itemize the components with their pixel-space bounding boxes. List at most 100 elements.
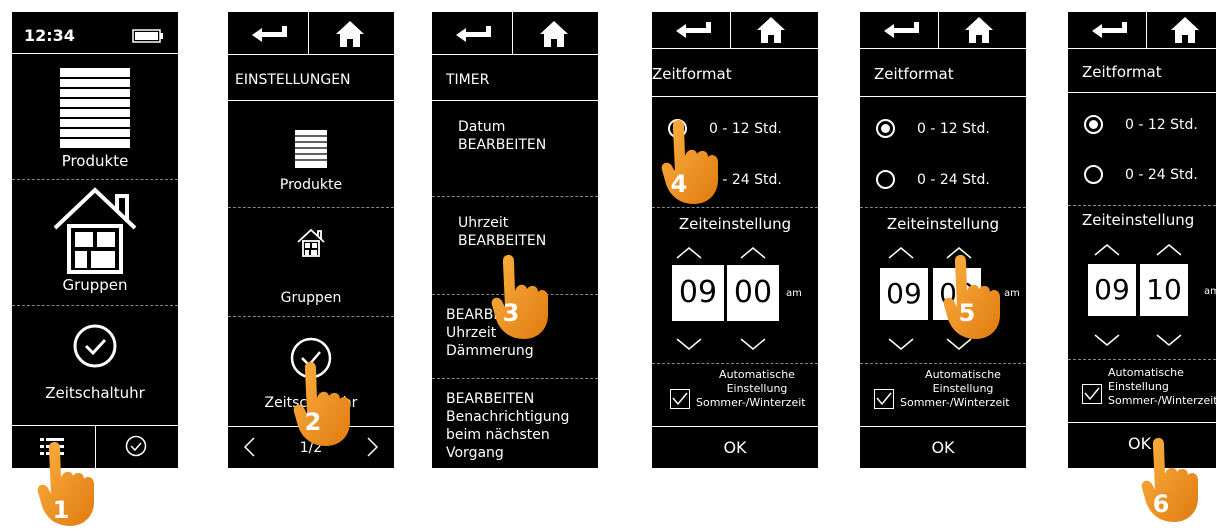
step-number: 2 xyxy=(304,408,322,436)
timer-item-line: Uhrzeit xyxy=(446,325,497,341)
radio-12h[interactable] xyxy=(1084,115,1103,134)
settings-item-groups[interactable]: Gruppen xyxy=(228,208,394,316)
step-hand-1: 1 xyxy=(36,440,98,528)
timer-item-line: BEARBEITEN xyxy=(458,137,547,153)
back-arrow-icon[interactable] xyxy=(250,26,290,44)
menu-item-label: Gruppen xyxy=(62,276,128,294)
chevron-up-icon[interactable] xyxy=(1156,244,1182,256)
hours-field[interactable]: 09 xyxy=(1088,264,1136,316)
home-icon[interactable] xyxy=(756,16,786,44)
back-arrow-icon[interactable] xyxy=(1090,22,1130,40)
ok-button[interactable]: OK xyxy=(860,438,1026,457)
clock-time: 12:34 xyxy=(24,26,75,45)
timer-item-line: Dämmerung xyxy=(446,343,534,359)
minutes-field[interactable]: 10 xyxy=(1140,264,1188,316)
auto-dst-label: Sommer-/Winterzeit xyxy=(1108,394,1216,407)
home-icon[interactable] xyxy=(539,20,569,48)
screen-main-menu: 12:34 Produkte Gruppen Zeitschaltuhr xyxy=(12,12,178,468)
option-24h-label: 0 - 24 Std. xyxy=(917,172,990,188)
option-24h-label: 0 - 24 Std. xyxy=(1125,167,1198,183)
section-title: Zeitformat xyxy=(652,65,732,83)
timer-item-line: Datum xyxy=(458,119,506,135)
hours-field[interactable]: 09 xyxy=(672,265,724,321)
chevron-down-icon[interactable] xyxy=(740,338,766,350)
chevron-down-icon[interactable] xyxy=(888,338,914,350)
chevron-down-icon[interactable] xyxy=(1156,334,1182,346)
step-hand-6: 6 xyxy=(1140,436,1202,524)
ampm-label: am xyxy=(786,288,802,299)
ok-button[interactable]: OK xyxy=(652,438,818,457)
shutter-icon xyxy=(60,68,130,148)
auto-dst-checkbox[interactable] xyxy=(670,389,690,409)
auto-dst-label: Einstellung xyxy=(1108,380,1169,393)
timer-item-line: beim nächsten xyxy=(446,427,550,443)
step-hand-2: 2 xyxy=(292,360,354,448)
timer-item-notification[interactable]: BEARBEITEN Benachrichtigung beim nächste… xyxy=(432,379,598,468)
timer-item-line: BEARBEITEN xyxy=(458,233,547,249)
menu-item-groups[interactable]: Gruppen xyxy=(12,180,178,295)
back-arrow-icon[interactable] xyxy=(674,22,714,40)
screen-time-format-a: Zeitformat 0 - 12 Std. 0 - 24 Std. Zeite… xyxy=(652,12,818,468)
option-12h-label: 0 - 12 Std. xyxy=(917,121,990,137)
back-arrow-icon[interactable] xyxy=(454,26,494,44)
timer-item-line: Vorgang xyxy=(446,445,504,461)
chevron-up-icon[interactable] xyxy=(888,247,914,259)
chevron-up-icon[interactable] xyxy=(1094,244,1120,256)
time-setting-label: Zeiteinstellung xyxy=(886,215,1000,233)
chevron-right-icon[interactable] xyxy=(366,436,380,458)
section-title: Zeitformat xyxy=(1082,63,1162,81)
timer-item-line: Benachrichtigung xyxy=(446,409,570,425)
section-title: Zeitformat xyxy=(874,65,954,83)
house-icon xyxy=(297,228,325,257)
screen-time-format-c: Zeitformat 0 - 12 Std. 0 - 24 Std. Zeite… xyxy=(1068,12,1216,468)
ampm-label: am xyxy=(1204,286,1216,297)
back-arrow-icon[interactable] xyxy=(882,22,922,40)
auto-dst-checkbox[interactable] xyxy=(1082,384,1102,404)
auto-dst-label: Sommer-/Winterzeit xyxy=(900,396,1010,409)
step-number: 3 xyxy=(502,299,520,327)
step-number: 5 xyxy=(958,299,976,327)
step-hand-5: 5 xyxy=(942,253,1004,341)
home-icon[interactable] xyxy=(335,20,365,48)
chevron-down-icon[interactable] xyxy=(1094,334,1120,346)
auto-dst-label: Automatische xyxy=(1108,366,1184,379)
chevron-up-icon[interactable] xyxy=(676,247,702,259)
chevron-down-icon[interactable] xyxy=(676,338,702,350)
page-title: EINSTELLUNGEN xyxy=(235,72,351,88)
step-number: 6 xyxy=(1152,490,1170,518)
menu-item-label: Zeitschaltuhr xyxy=(45,384,145,402)
auto-dst-checkbox[interactable] xyxy=(874,389,894,409)
menu-item-label: Produkte xyxy=(61,152,129,170)
step-number: 1 xyxy=(52,496,70,524)
radio-12h[interactable] xyxy=(876,119,895,138)
step-hand-4: 4 xyxy=(660,118,722,206)
hours-field[interactable]: 09 xyxy=(880,268,928,320)
timer-item-line: Uhrzeit xyxy=(458,215,509,231)
chevron-up-icon[interactable] xyxy=(740,247,766,259)
menu-item-timer[interactable]: Zeitschaltuhr xyxy=(12,306,178,421)
timer-item-date[interactable]: Datum BEARBEITEN xyxy=(432,101,598,196)
settings-item-label: Produkte xyxy=(279,177,343,193)
house-icon xyxy=(53,187,137,274)
menu-item-products[interactable]: Produkte xyxy=(12,54,178,179)
settings-item-label: Gruppen xyxy=(280,290,342,306)
minutes-field[interactable]: 00 xyxy=(727,265,779,321)
time-setting-label: Zeiteinstellung xyxy=(678,215,792,233)
shutter-icon xyxy=(295,130,327,168)
battery-icon xyxy=(132,29,163,43)
auto-dst-label: Sommer-/Winterzeit xyxy=(696,396,806,409)
radio-24h[interactable] xyxy=(1084,165,1103,184)
screen-time-format-b: Zeitformat 0 - 12 Std. 0 - 24 Std. Zeite… xyxy=(860,12,1026,468)
option-12h-label: 0 - 12 Std. xyxy=(1125,117,1198,133)
home-icon[interactable] xyxy=(964,16,994,44)
timer-check-icon[interactable] xyxy=(125,435,147,457)
radio-24h[interactable] xyxy=(876,170,895,189)
step-hand-3: 3 xyxy=(490,253,552,341)
home-icon[interactable] xyxy=(1170,16,1200,44)
ampm-label: am xyxy=(1004,288,1020,299)
page-title: TIMER xyxy=(446,72,490,88)
time-setting-label: Zeiteinstellung xyxy=(1082,211,1195,229)
settings-item-products[interactable]: Produkte xyxy=(228,101,394,207)
timer-item-line: BEARBEITEN xyxy=(446,391,535,407)
screen-timer: TIMER Datum BEARBEITEN Uhrzeit BEARBEITE… xyxy=(432,12,598,468)
